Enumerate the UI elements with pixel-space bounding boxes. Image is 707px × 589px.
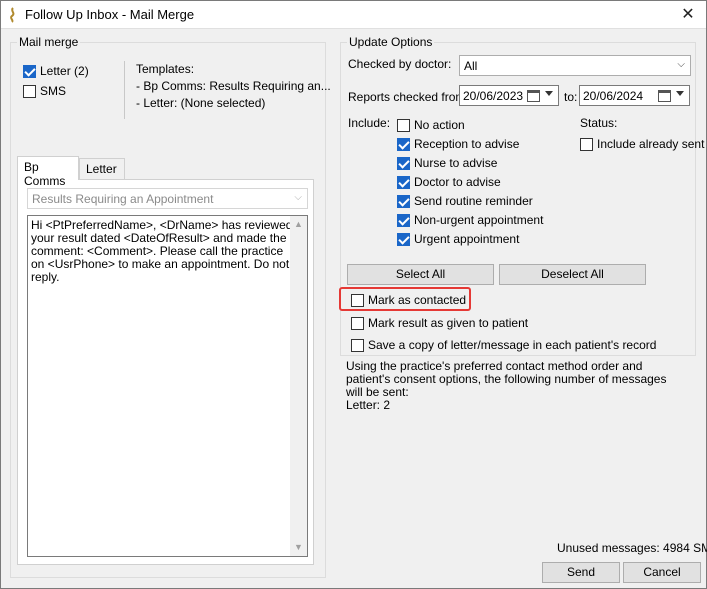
save-copy-label: Save a copy of letter/message in each pa… [368, 338, 657, 352]
letter-count: Letter: 2 [346, 398, 391, 412]
checkbox-box[interactable] [397, 118, 410, 132]
mark-result-given-checkbox[interactable]: Mark result as given to patient [351, 315, 528, 331]
templates-divider [124, 61, 125, 119]
mark-contacted-label: Mark as contacted [368, 293, 467, 307]
checkbox-box[interactable] [351, 316, 364, 330]
calendar-icon[interactable] [527, 90, 540, 102]
checkbox-box[interactable] [397, 213, 410, 227]
message-count-info: Using the practice's preferred contact m… [346, 360, 686, 412]
scroll-down-icon[interactable]: ▼ [290, 539, 307, 556]
close-icon[interactable]: ✕ [678, 5, 698, 25]
mail-merge-group-title: Mail merge [17, 35, 81, 49]
include-reception-checkbox[interactable]: Reception to advise [397, 136, 519, 152]
template-letter: - Letter: (None selected) [136, 96, 266, 110]
checkbox-box[interactable] [397, 175, 410, 189]
send-button[interactable]: Send [542, 562, 620, 583]
include-label: Include: [348, 116, 391, 130]
checkbox-box[interactable] [397, 156, 410, 170]
include-item-label: Nurse to advise [414, 156, 498, 170]
chevron-down-icon: ⌵ [294, 192, 302, 203]
checkbox-box[interactable] [397, 137, 410, 151]
tab-letter-label: Letter [86, 162, 117, 176]
message-body-textarea[interactable]: Hi <PtPreferredName>, <DrName> has revie… [27, 215, 308, 557]
message-body-text: Hi <PtPreferredName>, <DrName> has revie… [31, 218, 293, 284]
include-routine-reminder-checkbox[interactable]: Send routine reminder [397, 193, 533, 209]
dropdown-arrow-icon[interactable] [676, 91, 684, 96]
calendar-icon[interactable] [658, 90, 671, 102]
checked-by-label: Checked by doctor: [348, 57, 452, 71]
letter-checkbox[interactable]: Letter (2) [23, 63, 89, 79]
status-label: Status: [580, 116, 618, 130]
to-label: to: [564, 90, 578, 104]
unused-messages: Unused messages: 4984 SMS [557, 541, 707, 555]
mark-contacted-checkbox[interactable]: Mark as contacted [351, 292, 466, 308]
deselect-all-button[interactable]: Deselect All [499, 264, 646, 285]
template-bp-comms: - Bp Comms: Results Requiring an... [136, 79, 331, 93]
save-copy-checkbox[interactable]: Save a copy of letter/message in each pa… [351, 337, 656, 353]
scroll-up-icon[interactable]: ▲ [290, 216, 307, 233]
checkbox-box[interactable] [580, 137, 593, 151]
app-logo-icon [10, 7, 15, 23]
select-all-button[interactable]: Select All [347, 264, 494, 285]
checkbox-box[interactable] [351, 338, 364, 352]
include-item-label: Urgent appointment [414, 232, 520, 246]
template-select-value: Results Requiring an Appointment [32, 192, 214, 206]
include-already-sent-checkbox[interactable]: Include already sent [580, 136, 704, 152]
include-item-label: Reception to advise [414, 137, 520, 151]
checkbox-box[interactable] [397, 232, 410, 246]
letter-checkbox-box[interactable] [23, 64, 36, 78]
chevron-down-icon: ⌵ [677, 59, 685, 70]
tab-letter[interactable]: Letter [79, 158, 125, 179]
to-date-value: 20/06/2024 [583, 89, 644, 103]
cancel-button[interactable]: Cancel [623, 562, 701, 583]
update-options-group-title: Update Options [347, 35, 435, 49]
template-select[interactable]: Results Requiring an Appointment ⌵ [27, 188, 308, 209]
checkbox-box[interactable] [397, 194, 410, 208]
mark-result-given-label: Mark result as given to patient [368, 316, 529, 330]
tab-bp-comms-label: Bp Comms [24, 160, 66, 188]
window-title: Follow Up Inbox - Mail Merge [25, 7, 195, 22]
sms-checkbox-box[interactable] [23, 84, 36, 98]
include-already-sent-label: Include already sent [597, 137, 705, 151]
include-item-label: Non-urgent appointment [414, 213, 544, 227]
checked-by-select[interactable]: All ⌵ [459, 55, 691, 76]
include-urgent-checkbox[interactable]: Urgent appointment [397, 231, 519, 247]
include-non-urgent-checkbox[interactable]: Non-urgent appointment [397, 212, 543, 228]
message-scrollbar[interactable]: ▲ ▼ [290, 216, 307, 556]
sms-checkbox[interactable]: SMS [23, 83, 66, 99]
include-item-label: No action [414, 118, 465, 132]
title-bar: Follow Up Inbox - Mail Merge ✕ [1, 1, 706, 29]
letter-checkbox-label: Letter (2) [40, 64, 89, 78]
include-doctor-checkbox[interactable]: Doctor to advise [397, 174, 501, 190]
include-item-label: Doctor to advise [414, 175, 501, 189]
from-date-value: 20/06/2023 [463, 89, 524, 103]
include-item-label: Send routine reminder [414, 194, 533, 208]
checkbox-box[interactable] [351, 293, 364, 307]
templates-heading: Templates: [136, 62, 195, 76]
include-nurse-checkbox[interactable]: Nurse to advise [397, 155, 497, 171]
tab-bp-comms[interactable]: Bp Comms [17, 156, 79, 188]
dropdown-arrow-icon[interactable] [545, 91, 553, 96]
from-date-picker[interactable]: 20/06/2023 [459, 85, 559, 106]
reports-from-label: Reports checked from: [348, 90, 469, 104]
mail-merge-window: Follow Up Inbox - Mail Merge ✕ Mail merg… [0, 0, 707, 589]
include-no-action-checkbox[interactable]: No action [397, 117, 465, 133]
checked-by-value: All [464, 59, 478, 73]
to-date-picker[interactable]: 20/06/2024 [579, 85, 690, 106]
bp-comms-tab-panel: Results Requiring an Appointment ⌵ Hi <P… [17, 179, 314, 565]
sms-checkbox-label: SMS [40, 84, 67, 98]
info-text: Using the practice's preferred contact m… [346, 359, 667, 399]
